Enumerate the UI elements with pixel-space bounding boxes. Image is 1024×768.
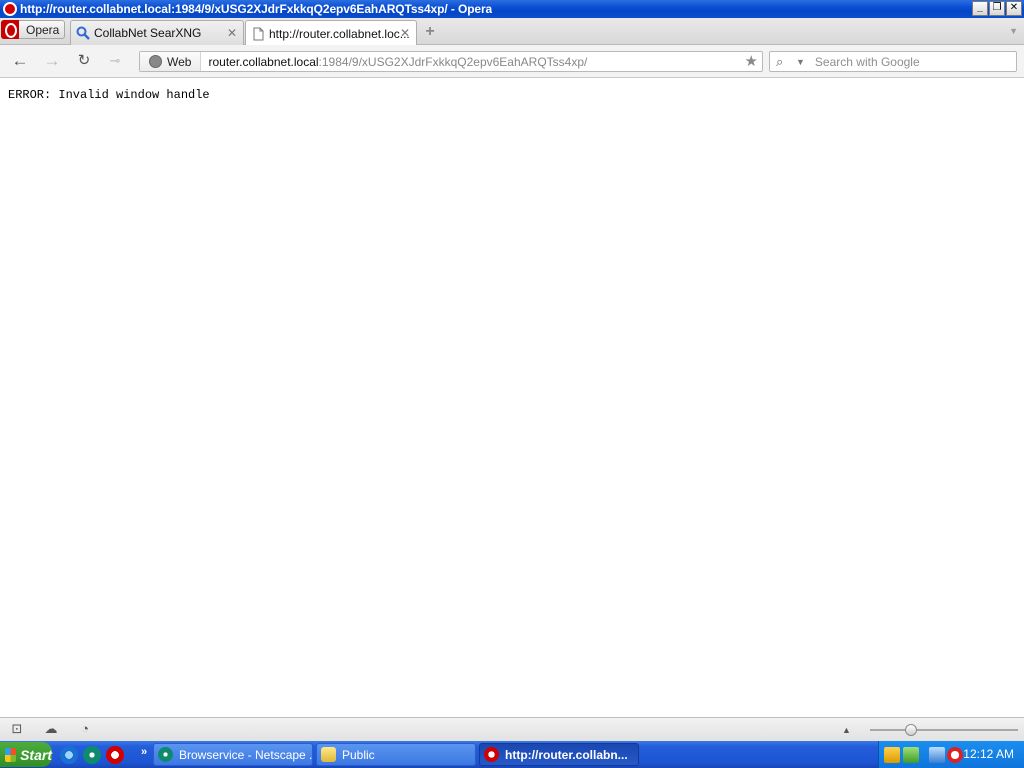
status-bar: ⊡ ☁ ◔ ▲ — [0, 717, 1024, 741]
search-box[interactable]: ⌕ ▼ — [769, 51, 1017, 72]
view-menu-icon[interactable]: ▲ — [842, 725, 851, 735]
search-icon: ⌕ — [776, 53, 784, 69]
search-input[interactable] — [814, 54, 1015, 69]
address-url[interactable]: router.collabnet.local:1984/9/xUSG2XJdrF… — [208, 55, 587, 69]
zoom-slider-handle[interactable] — [905, 724, 917, 736]
netscape-icon[interactable] — [83, 746, 101, 764]
security-shield-icon[interactable] — [884, 747, 900, 763]
folder-icon — [321, 747, 336, 762]
url-path: :1984/9/xUSG2XJdrFxkkqQ2epv6EahARQTss4xp… — [318, 54, 588, 69]
internet-explorer-icon[interactable] — [60, 746, 78, 764]
taskbar-item-opera[interactable]: http://router.collabn... — [479, 743, 639, 766]
tab-collabnet-searxng[interactable]: CollabNet SearXNG ✕ — [70, 20, 244, 45]
windows-flag-icon — [5, 747, 17, 762]
site-info-label: Web — [167, 54, 192, 69]
minimize-button[interactable]: _ — [972, 1, 988, 16]
tab-close-icon[interactable]: ✕ — [400, 26, 410, 40]
bookmark-star-icon[interactable]: ★ — [745, 52, 758, 70]
unite-cloud-icon[interactable]: ☁ — [43, 722, 59, 736]
window-titlebar: http://router.collabnet.local:1984/9/xUS… — [0, 0, 1024, 18]
tab-title: http://router.collabnet.loc... — [269, 26, 410, 41]
key-icon[interactable]: ⊸ — [105, 52, 125, 70]
tab-title: CollabNet SearXNG — [94, 26, 202, 40]
start-label: Start — [20, 746, 52, 763]
globe-icon — [149, 55, 162, 68]
opera-launch-icon[interactable] — [106, 746, 124, 764]
url-host: router.collabnet.local — [208, 54, 319, 69]
network-icon[interactable] — [929, 747, 945, 763]
opera-icon — [484, 747, 499, 762]
clock: 12:12 AM — [963, 747, 1014, 761]
quicklaunch-more-icon[interactable]: » — [141, 746, 147, 758]
tab-list-icon[interactable]: ▼ — [1009, 26, 1018, 36]
address-toolbar: ← → ↻ ⊸ Web router.collabnet.local:1984/… — [0, 45, 1024, 78]
close-button[interactable]: ✕ — [1006, 1, 1022, 16]
panel-toggle-icon[interactable]: ⊡ — [9, 722, 25, 736]
reload-icon[interactable]: ↻ — [74, 52, 94, 70]
magnifier-icon — [76, 26, 90, 40]
page-icon — [253, 27, 264, 40]
opera-icon — [3, 2, 17, 16]
taskbar-item-label: Browservice - Netscape ... — [179, 747, 312, 762]
forward-icon[interactable]: → — [42, 52, 62, 70]
update-check-icon[interactable] — [903, 747, 919, 763]
tab-close-icon[interactable]: ✕ — [227, 26, 237, 40]
opera-menu-button[interactable]: Opera — [1, 20, 65, 39]
page-content: ERROR: Invalid window handle — [0, 79, 1024, 717]
taskbar-item-label: http://router.collabn... — [505, 747, 628, 762]
window-controls: _ ❐ ✕ — [972, 1, 1022, 16]
error-message: ERROR: Invalid window handle — [8, 88, 210, 102]
opera-menu-label: Opera — [26, 22, 60, 37]
taskbar-item-browservice[interactable]: Browservice - Netscape ... — [153, 743, 313, 766]
volume-muted-icon[interactable] — [947, 747, 963, 763]
address-bar[interactable]: Web router.collabnet.local:1984/9/xUSG2X… — [139, 51, 763, 72]
back-icon[interactable]: ← — [10, 52, 30, 70]
opera-logo-icon — [1, 20, 19, 39]
window-title: http://router.collabnet.local:1984/9/xUS… — [20, 2, 493, 16]
zoom-slider[interactable] — [870, 729, 1018, 731]
restore-button[interactable]: ❐ — [989, 1, 1005, 16]
tab-router-collabnet[interactable]: http://router.collabnet.loc... ✕ — [245, 20, 417, 46]
taskbar-item-public[interactable]: Public — [316, 743, 476, 766]
system-tray: 12:12 AM — [878, 741, 1024, 768]
site-info-badge[interactable]: Web — [140, 52, 202, 71]
taskbar-item-label: Public — [342, 747, 375, 762]
turbo-gauge-icon[interactable]: ◔ — [77, 722, 93, 736]
tab-strip: Opera CollabNet SearXNG ✕ http://router.… — [0, 18, 1024, 46]
taskbar: Start » Browservice - Netscape ... Publi… — [0, 741, 1024, 768]
start-button[interactable]: Start — [0, 742, 52, 767]
chevron-down-icon[interactable]: ▼ — [796, 57, 805, 67]
netscape-icon — [158, 747, 173, 762]
new-tab-icon[interactable]: + — [421, 23, 439, 41]
